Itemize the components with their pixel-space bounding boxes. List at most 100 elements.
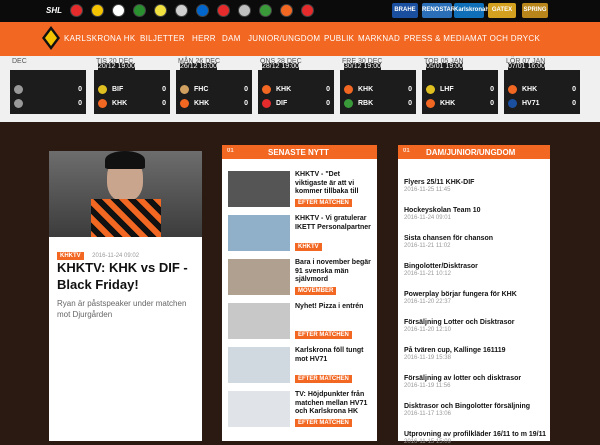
dam-item-title[interactable]: Utprovning av profilkläder 16/11 to m 19… [404, 431, 546, 438]
news-item[interactable]: Bara i november begär 91 svenska män sjä… [228, 259, 371, 297]
dam-item-title[interactable]: Powerplay börjar fungera för KHK [404, 291, 546, 298]
club-logo-icon[interactable] [133, 4, 146, 17]
game-card[interactable]: LÖR 07 JAN 07/01 16:00 KHK 0 HV71 0 [504, 56, 582, 114]
dam-item-title[interactable]: Hockeyskolan Team 10 [404, 207, 546, 214]
news-thumbnail[interactable] [228, 259, 290, 295]
club-logo-icon[interactable] [280, 4, 293, 17]
news-title[interactable]: Karlskrona föll tungt mot HV71 [295, 347, 371, 364]
news-item[interactable]: Karlskrona föll tungt mot HV71 EFTER MATC… [228, 347, 370, 385]
club-logo-icon[interactable] [112, 4, 125, 17]
dam-list-item[interactable]: Hockeyskolan Team 10 2016-11-24 09:01 [404, 207, 546, 221]
news-tag[interactable]: EFTER MATCHEN [295, 331, 352, 339]
news-item[interactable]: TV: Höjdpunkter från matchen mellan HV71… [228, 391, 370, 429]
game-time: 26/12 18:00 [180, 63, 217, 70]
team-logo-icon [180, 85, 189, 94]
club-logo-icon[interactable] [154, 4, 167, 17]
news-title[interactable]: Bara i november begär 91 svenska män sjä… [295, 259, 371, 285]
dam-list-item[interactable]: Försäljning av lotter och disktrasor 2016… [404, 375, 546, 389]
news-tag[interactable]: EFTER MATCHEN [295, 419, 352, 427]
club-logo-icon[interactable] [70, 4, 83, 17]
news-title[interactable]: TV: Höjdpunkter från matchen mellan HV71… [295, 391, 371, 417]
news-item[interactable]: Nyhet! Pizza i entrén EFTER MATCHEN [228, 303, 370, 341]
dam-list-item[interactable]: Disktrasor och Bingolotter försäljning 20… [404, 403, 546, 417]
dam-list-item[interactable]: Flyers 25/11 KHK-DIF 2016-11-25 11:45 [404, 179, 546, 193]
nav-item-karlskrona-hk[interactable]: KARLSKRONA HK [64, 34, 135, 43]
dam-list-item[interactable]: Bingolotter/Disktrasor 2016-11-21 10:12 [404, 263, 546, 277]
dam-item-title[interactable]: Flyers 25/11 KHK-DIF [404, 179, 546, 186]
nav-item-junior-ungdom[interactable]: JUNIOR/UNGDOM [248, 34, 320, 43]
sponsor-spring[interactable]: SPRING [522, 3, 548, 18]
dam-item-title[interactable]: Försäljning Lotter och Disktrasor [404, 319, 546, 326]
news-item[interactable]: KHKTV - "Det viktigaste är att vi kommer… [228, 171, 370, 209]
sponsor-renostar[interactable]: RENOSTAR [422, 3, 455, 18]
team-name: KHK [194, 100, 210, 107]
news-header: 01 SENASTE NYTT [222, 145, 377, 159]
dam-list-item[interactable]: Powerplay börjar fungera för KHK 2016-11-… [404, 291, 546, 305]
club-logo-icon[interactable] [259, 4, 272, 17]
team-score: 0 [490, 100, 494, 107]
dam-item-title[interactable]: Sista chansen för chanson [404, 235, 546, 242]
team-logo-icon [262, 99, 271, 108]
sponsor-karlskronahem[interactable]: Karlskronahem [454, 3, 498, 18]
dam-item-title[interactable]: På tvären cup, Kallinge 161119 [404, 347, 546, 354]
team-row: FHC 0 [180, 84, 248, 96]
news-title[interactable]: Nyhet! Pizza i entrén [295, 303, 371, 312]
team-score: 0 [572, 100, 576, 107]
news-tag[interactable]: MOVEMBER [295, 287, 337, 295]
shl-logo[interactable]: SHL [46, 6, 62, 15]
sponsor-brahe[interactable]: BRAHE [392, 3, 418, 18]
news-title[interactable]: KHKTV - "Det viktigaste är att vi kommer… [295, 171, 371, 197]
news-thumbnail[interactable] [228, 215, 290, 251]
nav-item-publik[interactable]: PUBLIK [324, 34, 354, 43]
dam-list-item[interactable]: På tvären cup, Kallinge 161119 2016-11-19… [404, 347, 546, 361]
news-tag[interactable]: EFTER MATCHEN [295, 375, 352, 383]
dam-item-date: 2016-11-19 11:56 [404, 383, 451, 389]
game-card[interactable]: TIS 20 DEC 20/12 19:00 BIF 0 KHK 0 [94, 56, 172, 114]
dam-list-item[interactable]: Försäljning Lotter och Disktrasor 2016-11… [404, 319, 546, 333]
nav-item-biljetter[interactable]: BILJETTER [140, 34, 185, 43]
club-logo-icon[interactable] [42, 26, 60, 50]
club-logo-icon[interactable] [301, 4, 314, 17]
club-logo-icon[interactable] [196, 4, 209, 17]
nav-item-dam[interactable]: DAM [222, 34, 241, 43]
team-row: DIF 0 [262, 98, 330, 110]
dam-column: 01 DAM/JUNIOR/UNGDOM Flyers 25/11 KHK-DI… [398, 145, 550, 445]
team-name: DIF [276, 100, 288, 107]
nav-item-press-media[interactable]: PRESS & MEDIA [404, 34, 470, 43]
dam-item-title[interactable]: Disktrasor och Bingolotter försäljning [404, 403, 546, 410]
dam-item-date: 2016-11-19 15:38 [404, 355, 451, 361]
game-card[interactable]: ONS 28 DEC 28/12 19:00 KHK 0 DIF 0 [258, 56, 336, 114]
game-card[interactable]: MÅN 26 DEC 26/12 18:00 FHC 0 KHK 0 [176, 56, 254, 114]
club-logo-icon[interactable] [217, 4, 230, 17]
dam-item-date: 2016-11-21 11:02 [404, 243, 451, 249]
game-card[interactable]: DEC 0 0 [10, 56, 88, 114]
sponsor-gatex[interactable]: GATEX [488, 3, 516, 18]
nav-item-mat-och-dryck[interactable]: MAT OCH DRYCK [470, 34, 540, 43]
dam-list-item[interactable]: Utprovning av profilkläder 16/11 to m 19… [404, 431, 546, 445]
club-logo-icon[interactable] [238, 4, 251, 17]
nav-item-marknad[interactable]: MARKNAD [358, 34, 400, 43]
club-logo-icon[interactable] [175, 4, 188, 17]
news-thumbnail[interactable] [228, 303, 290, 339]
news-tag[interactable]: KHKTV [295, 243, 322, 251]
news-thumbnail[interactable] [228, 391, 290, 427]
nav-item-herr[interactable]: HERR [192, 34, 216, 43]
featured-article[interactable]: KHKTV 2016-11-24 09:02 KHKTV: KHK vs DIF… [49, 151, 202, 441]
team-logo-icon [426, 99, 435, 108]
dam-item-title[interactable]: Försäljning av lotter och disktrasor [404, 375, 546, 382]
news-item[interactable]: KHKTV - Vi gratulerar IKETT Personalpart… [228, 215, 371, 253]
news-title[interactable]: KHKTV - Vi gratulerar IKETT Personalpart… [295, 215, 371, 232]
news-thumbnail[interactable] [228, 347, 290, 383]
news-thumbnail[interactable] [228, 171, 290, 207]
featured-title[interactable]: KHKTV: KHK vs DIF - Black Friday! [57, 259, 197, 293]
team-logo-icon [344, 99, 353, 108]
news-tag[interactable]: EFTER MATCHEN [295, 199, 352, 207]
dam-item-title[interactable]: Bingolotter/Disktrasor [404, 263, 546, 270]
featured-video-thumbnail[interactable] [49, 151, 202, 237]
club-logo-icon[interactable] [91, 4, 104, 17]
game-card[interactable]: FRE 30 DEC 30/12 19:00 KHK 0 RBK 0 [340, 56, 418, 114]
game-card[interactable]: TOR 05 JAN 05/01 19:00 LHF 0 KHK 0 [422, 56, 500, 114]
team-score: 0 [244, 100, 248, 107]
team-score: 0 [162, 86, 166, 93]
dam-list-item[interactable]: Sista chansen för chanson 2016-11-21 11:0… [404, 235, 546, 249]
